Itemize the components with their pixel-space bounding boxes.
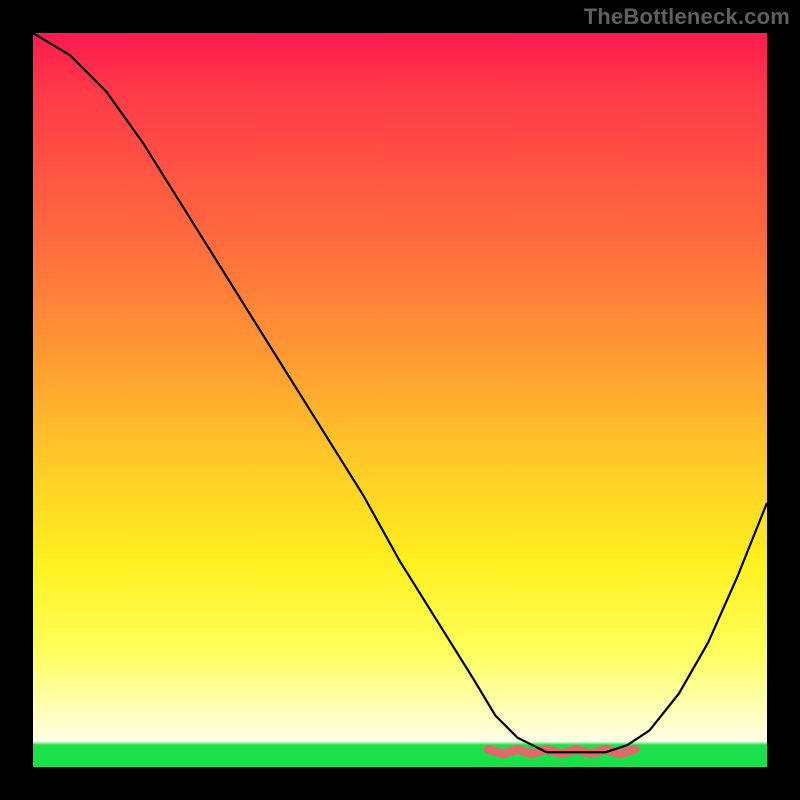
plot-area [33, 33, 767, 767]
bottleneck-curve [33, 33, 767, 752]
curve-svg [33, 33, 767, 767]
watermark-text: TheBottleneck.com [584, 4, 790, 30]
chart-frame: TheBottleneck.com [0, 0, 800, 800]
